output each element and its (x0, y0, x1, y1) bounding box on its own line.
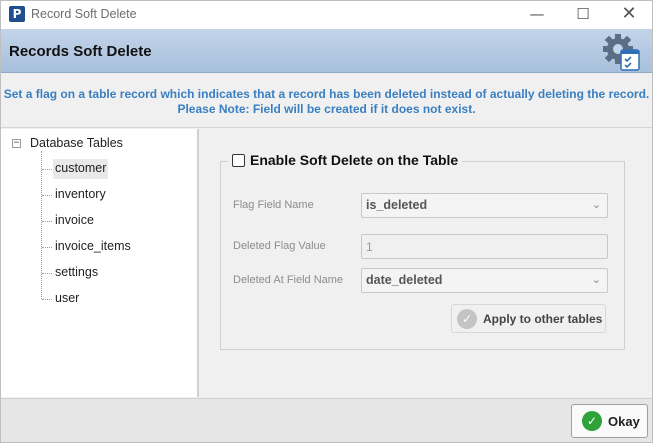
tree-connector (42, 195, 52, 196)
soft-delete-groupbox: Flag Field Name is_deleted ⌄ Deleted Fla… (220, 161, 625, 350)
title-bar: P Record Soft Delete — ☐ ✕ (1, 1, 652, 29)
tree-connector (42, 221, 52, 222)
okay-button-label: Okay (608, 414, 640, 429)
apply-to-other-tables-button[interactable]: ✓ Apply to other tables (451, 304, 606, 333)
collapse-toggle-icon[interactable]: − (12, 139, 21, 148)
tree-root-database-tables[interactable]: Database Tables (30, 136, 123, 150)
minimize-icon: — (529, 5, 545, 23)
okay-button[interactable]: ✓ Okay (571, 404, 648, 438)
apply-button-label: Apply to other tables (483, 312, 603, 326)
app-logo-icon: P (9, 6, 25, 22)
settings-gear-checklist-icon (603, 34, 640, 71)
enable-soft-delete-label: Enable Soft Delete on the Table (250, 152, 459, 168)
tree-item-customer[interactable]: customer (53, 159, 109, 179)
chevron-down-icon: ⌄ (591, 273, 601, 286)
deleted-at-value: date_deleted (366, 273, 443, 287)
maximize-button[interactable]: ☐ (560, 1, 606, 29)
dialog-window: P Record Soft Delete — ☐ ✕ Records Soft … (0, 0, 653, 443)
minimize-button[interactable]: — (514, 1, 560, 29)
description-banner: Set a flag on a table record which indic… (1, 74, 652, 128)
tree-item-invoice[interactable]: invoice (53, 211, 96, 231)
enable-soft-delete-toggle[interactable]: Enable Soft Delete on the Table (228, 152, 463, 170)
description-note: Please Note: Field will be created if it… (177, 102, 476, 116)
deleted-flag-label: Deleted Flag Value (233, 240, 326, 252)
deleted-at-label: Deleted At Field Name (233, 274, 344, 286)
tree-connector (42, 299, 52, 300)
soft-delete-settings-panel: Flag Field Name is_deleted ⌄ Deleted Fla… (203, 129, 652, 397)
deleted-flag-value: 1 (366, 240, 373, 254)
tree-connector (42, 247, 52, 248)
tree-item-invoice-items[interactable]: invoice_items (53, 237, 133, 257)
enable-soft-delete-checkbox[interactable] (232, 153, 245, 167)
tree-item-user[interactable]: user (53, 289, 81, 309)
tree-item-inventory[interactable]: inventory (53, 185, 108, 205)
close-icon: ✕ (621, 3, 637, 24)
check-circle-icon: ✓ (457, 309, 477, 329)
tree-connector (42, 169, 52, 170)
check-circle-icon: ✓ (582, 411, 602, 431)
close-button[interactable]: ✕ (606, 1, 652, 29)
table-tree: − Database Tables customer inventory inv… (1, 129, 199, 397)
dialog-title: Records Soft Delete (9, 43, 152, 60)
deleted-flag-input[interactable]: 1 (361, 234, 608, 259)
tree-connector (41, 151, 42, 299)
deleted-at-select[interactable]: date_deleted ⌄ (361, 268, 608, 293)
description-line-1: Set a flag on a table record which indic… (3, 87, 650, 101)
flag-field-select[interactable]: is_deleted ⌄ (361, 193, 608, 218)
dialog-footer: ✓ Okay (1, 398, 652, 442)
flag-field-value: is_deleted (366, 198, 428, 212)
flag-field-label: Flag Field Name (233, 199, 314, 211)
chevron-down-icon: ⌄ (591, 198, 601, 211)
window-title: Record Soft Delete (31, 7, 137, 21)
dialog-header: Records Soft Delete (1, 29, 652, 73)
tree-item-settings[interactable]: settings (53, 263, 100, 283)
tree-connector (42, 273, 52, 274)
maximize-icon: ☐ (576, 5, 590, 23)
